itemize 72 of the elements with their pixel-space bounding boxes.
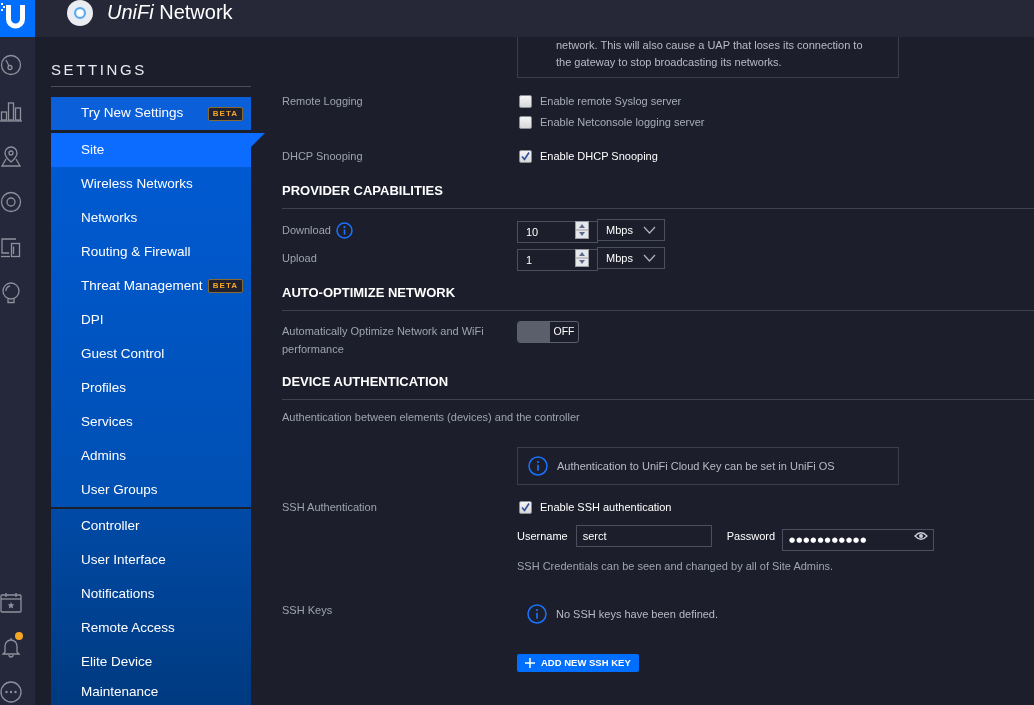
option-label: Enable SSH authentication — [540, 500, 672, 516]
option-label: Enable DHCP Snooping — [540, 149, 658, 165]
chevron-down-icon — [643, 226, 656, 234]
sidebar-item[interactable]: Guest Control — [51, 337, 251, 371]
checkbox[interactable] — [519, 150, 532, 163]
section-description: Authentication between elements (devices) and the controller — [282, 410, 581, 425]
field-label: DHCP Snooping — [282, 149, 363, 164]
sidebar-item[interactable]: Notifications — [51, 577, 251, 611]
info-icon — [527, 604, 547, 624]
field-label: Password — [726, 528, 776, 544]
sidebar-item[interactable]: Services — [51, 405, 251, 439]
sidebar-item[interactable]: Admins — [51, 439, 251, 473]
number-field[interactable]: 1 — [517, 249, 598, 271]
field-label: Download — [282, 222, 331, 238]
info-text: No SSH keys have been defined. — [556, 606, 719, 622]
sidebar-item[interactable]: Elite Device — [51, 645, 251, 679]
info-icon — [528, 456, 548, 476]
sidebar-item[interactable]: Maintenance — [51, 679, 251, 705]
section-heading: PROVIDER CAPABILITIES — [282, 182, 444, 200]
more-icon[interactable] — [0, 681, 22, 703]
disc-logo-icon — [66, 0, 94, 26]
lightbulb-icon[interactable] — [0, 281, 22, 304]
sidebar-item[interactable]: Profiles — [51, 371, 251, 405]
section-heading: DEVICE AUTHENTICATION — [282, 373, 450, 391]
checkbox[interactable] — [519, 501, 532, 514]
section-heading: AUTO-OPTIMIZE NETWORK — [282, 284, 457, 302]
spinner-icon[interactable] — [575, 249, 589, 267]
field-label: Upload — [282, 250, 317, 266]
field-label: Automatically Optimize Network and WiFi performance — [282, 324, 485, 357]
app-title: UniFi Network — [107, 0, 233, 24]
notice-text: network. This will also cause a UAP that loses its connection to the gateway to stop broadcasting its networks. — [556, 38, 864, 70]
checkbox[interactable] — [519, 95, 532, 108]
sidebar-item[interactable]: Threat Management BETA — [51, 269, 251, 303]
bell-icon[interactable] — [0, 636, 22, 658]
beta-badge: BETA — [207, 279, 243, 293]
field-label: SSH Authentication — [282, 500, 377, 515]
eye-icon[interactable] — [914, 531, 929, 541]
sidebar-item[interactable]: Wireless Networks — [51, 167, 251, 201]
sidebar-heading: SETTINGS — [51, 60, 147, 80]
selection-pointer-icon — [251, 133, 265, 147]
devices-icon[interactable] — [0, 236, 22, 258]
hint-text: SSH Credentials can be seen and changed by all of Site Admins. — [517, 559, 835, 574]
sidebar-item[interactable]: User Groups — [51, 473, 251, 507]
field-label: Username — [517, 528, 568, 544]
field-label: Remote Logging — [282, 94, 363, 109]
option-label: Enable Netconsole logging server — [540, 115, 705, 131]
beta-badge: BETA — [207, 106, 243, 121]
field-label: SSH Keys — [282, 603, 333, 618]
sidebar-item[interactable]: User Interface — [51, 543, 251, 577]
sidebar-item[interactable]: DPI — [51, 303, 251, 337]
sidebar-item[interactable]: Remote Access — [51, 611, 251, 645]
unit-select[interactable]: Mbps — [597, 247, 665, 269]
bar-chart-icon[interactable] — [0, 99, 22, 122]
username-field[interactable]: serct — [575, 525, 712, 547]
number-field[interactable]: 10 — [517, 221, 598, 243]
gauge-icon[interactable] — [0, 54, 22, 76]
sidebar-item[interactable]: Routing & Firewall — [51, 235, 251, 269]
add-ssh-key-button[interactable]: ADD NEW SSH KEY — [517, 654, 639, 672]
sidebar-item[interactable]: Networks — [51, 201, 251, 235]
checkbox[interactable] — [519, 116, 532, 129]
map-pin-icon[interactable] — [0, 145, 22, 167]
unit-select[interactable]: Mbps — [597, 219, 665, 241]
toggle-switch[interactable]: OFF — [517, 321, 579, 343]
option-label: Enable remote Syslog server — [540, 94, 682, 110]
sidebar-item[interactable]: Try New Settings BETA — [51, 97, 251, 130]
target-icon[interactable] — [0, 190, 22, 213]
spinner-icon[interactable] — [575, 221, 589, 239]
plus-icon — [525, 658, 535, 668]
sidebar-item[interactable]: Controller — [51, 509, 251, 543]
chevron-down-icon — [643, 254, 656, 262]
logo-icon[interactable] — [0, 0, 35, 37]
info-text: Authentication to UniFi Cloud Key can be set in UniFi OS — [557, 458, 835, 474]
